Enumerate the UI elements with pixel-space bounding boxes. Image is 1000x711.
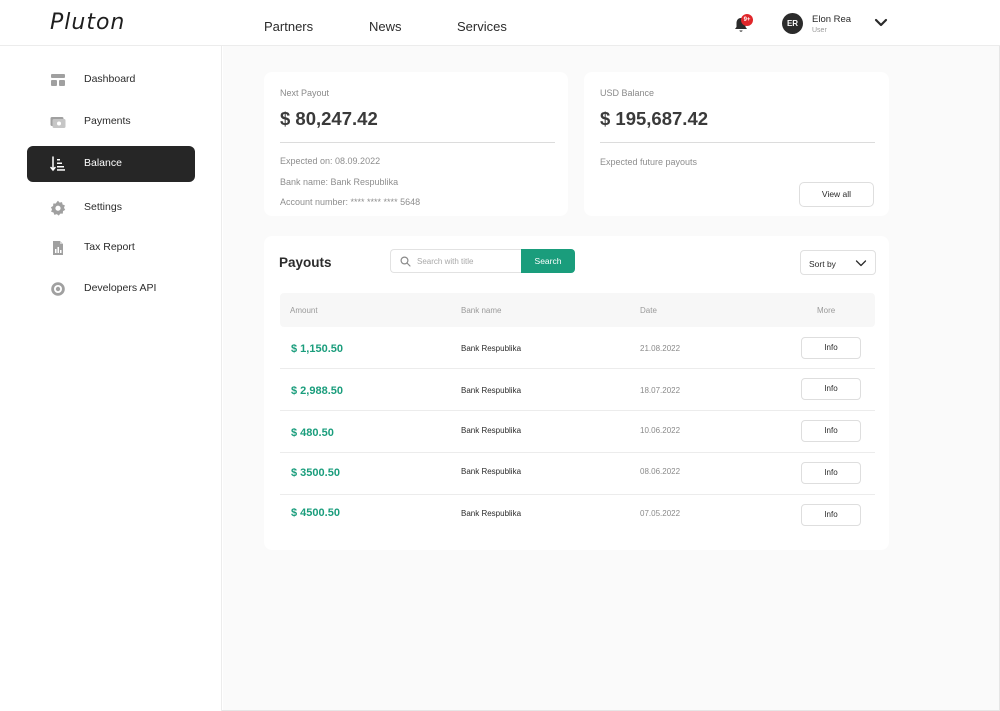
table-row: $ 2,988.50 Bank Respublika 18.07.2022 In… [280,369,875,411]
payout-amount: $ 2,988.50 [291,385,343,397]
sidebar-item-tax-report[interactable]: Tax Report [27,230,195,266]
info-button[interactable]: Info [801,337,861,359]
column-header-date: Date [640,306,657,315]
tax-report-icon [53,241,63,255]
sidebar-item-developers-api[interactable]: Developers API [27,271,195,307]
sidebar-item-balance[interactable]: Balance [27,146,195,182]
sort-by-label: Sort by [809,259,836,269]
chevron-down-icon [855,260,867,267]
top-header: Pluton Partners News Services 9+ ER Elon… [0,0,1000,46]
info-button[interactable]: Info [801,420,861,442]
sidebar: Dashboard Payments Balance Settings Tax … [0,46,222,711]
sidebar-item-label: Settings [84,201,122,213]
expected-on: Expected on: 08.09.2022 [280,156,381,166]
next-payout-label: Next Payout [280,88,330,98]
next-payout-card: Next Payout $ 80,247.42 Expected on: 08.… [264,72,568,216]
table-row: $ 3500.50 Bank Respublika 08.06.2022 Inf… [280,453,875,495]
payout-bank: Bank Respublika [461,467,522,476]
search-icon [400,256,411,267]
divider [600,142,875,143]
info-button[interactable]: Info [801,378,861,400]
sidebar-item-settings[interactable]: Settings [27,190,195,226]
info-button[interactable]: Info [801,504,861,526]
usd-balance-amount: $ 195,687.42 [600,108,709,129]
usd-balance-label: USD Balance [600,88,655,98]
payout-amount: $ 4500.50 [291,507,340,519]
search-box [390,249,522,273]
payout-date: 07.05.2022 [640,509,681,518]
user-name: Elon Rea [812,14,852,25]
account-number: Account number: **** **** **** 5648 [280,197,421,207]
column-header-more: More [817,306,836,315]
sidebar-item-payments[interactable]: Payments [27,104,195,140]
table-header: Amount Bank name Date More [280,293,875,327]
developers-api-icon [51,282,65,296]
expected-future-payouts: Expected future payouts [600,157,698,167]
sidebar-item-dashboard[interactable]: Dashboard [27,62,195,98]
notification-badge: 9+ [741,14,753,26]
payments-icon [50,117,66,128]
dashboard-icon [51,74,65,86]
sidebar-item-label: Tax Report [84,241,135,253]
payout-amount: $ 1,150.50 [291,343,343,355]
main-content: Next Payout $ 80,247.42 Expected on: 08.… [223,46,999,710]
divider [280,142,555,143]
payout-date: 18.07.2022 [640,386,681,395]
avatar[interactable]: ER [782,13,803,34]
balance-icon [50,156,65,172]
payout-date: 21.08.2022 [640,344,681,353]
nav-services[interactable]: Services [457,19,507,34]
table-row: $ 480.50 Bank Respublika 10.06.2022 Info [280,411,875,453]
payout-date: 08.06.2022 [640,467,681,476]
nav-news[interactable]: News [369,19,402,34]
chevron-down-icon[interactable] [874,18,888,28]
table-row: $ 1,150.50 Bank Respublika 21.08.2022 In… [280,327,875,369]
payout-amount: $ 3500.50 [291,467,340,479]
payout-bank: Bank Respublika [461,426,522,435]
payout-date: 10.06.2022 [640,426,681,435]
sidebar-item-label: Balance [84,157,122,169]
payout-bank: Bank Respublika [461,344,522,353]
table-row: $ 4500.50 Bank Respublika 07.05.2022 Inf… [280,495,875,537]
sidebar-item-label: Payments [84,115,131,127]
sidebar-item-label: Dashboard [84,73,136,85]
bank-name: Bank name: Bank Respublika [280,177,399,187]
view-all-button[interactable]: View all [799,182,874,207]
search-button[interactable]: Search [521,249,575,273]
payout-amount: $ 480.50 [291,427,334,439]
sidebar-item-label: Developers API [84,282,157,294]
sort-by-dropdown[interactable]: Sort by [800,250,876,275]
usd-balance-card: USD Balance $ 195,687.42 Expected future… [584,72,889,216]
payout-bank: Bank Respublika [461,386,522,395]
payout-bank: Bank Respublika [461,509,522,518]
search-input[interactable] [417,254,517,269]
payouts-card: Payouts Search Sort by Amount Bank name … [264,236,889,550]
next-payout-amount: $ 80,247.42 [280,108,378,129]
nav-partners[interactable]: Partners [264,19,313,34]
user-role: User [812,27,827,34]
column-header-bank-name: Bank name [461,306,502,315]
column-header-amount: Amount [290,306,318,315]
payouts-title: Payouts [279,255,332,270]
info-button[interactable]: Info [801,462,861,484]
gear-icon [50,200,66,216]
pluton-logo[interactable]: Pluton [50,10,125,35]
